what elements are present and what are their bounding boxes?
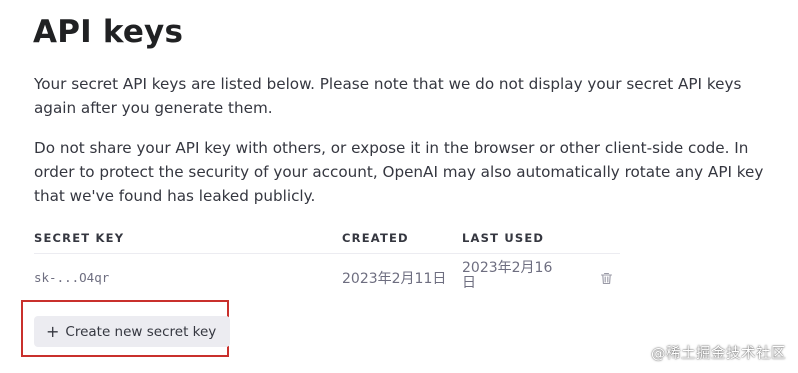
- watermark: @稀土掘金技术社区: [651, 346, 786, 362]
- column-header-last-used: LAST USED: [462, 231, 545, 245]
- trash-icon-svg: [600, 272, 613, 285]
- column-header-secret-key: SECRET KEY: [34, 231, 125, 245]
- description-listing-note: Your secret API keys are listed below. P…: [34, 75, 742, 117]
- create-button-label: Create new secret key: [65, 323, 217, 340]
- created-date: 2023年2月11日: [342, 271, 447, 287]
- api-keys-page: API keys Your secret API keys are listed…: [0, 0, 798, 373]
- api-keys-table: SECRET KEY CREATED LAST USED sk-...O4qr …: [34, 225, 620, 298]
- secret-key-value: sk-...O4qr: [34, 270, 110, 285]
- trash-icon[interactable]: [600, 270, 613, 285]
- column-header-created: CREATED: [342, 231, 409, 245]
- plus-icon: +: [46, 321, 60, 341]
- description-security-note: Do not share your API key with others, o…: [34, 139, 764, 205]
- table-header: SECRET KEY CREATED LAST USED: [34, 225, 620, 254]
- last-used-date: 2023年2月16日: [462, 260, 553, 291]
- create-new-secret-key-button[interactable]: + Create new secret key: [34, 316, 231, 347]
- page-title: API keys: [33, 14, 184, 50]
- table-row: sk-...O4qr 2023年2月11日 2023年2月16日: [34, 254, 620, 298]
